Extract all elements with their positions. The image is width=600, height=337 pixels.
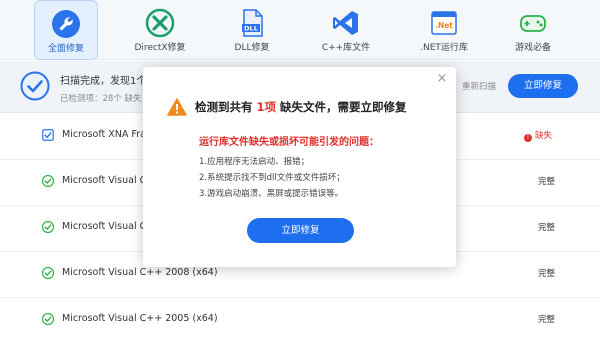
check-circle-icon xyxy=(20,71,50,101)
scan-result-title: 扫描完成，发现1个 xyxy=(60,76,147,87)
list-item[interactable]: Microsoft Visual C++ 2005 (x64) 完整 xyxy=(0,298,600,337)
issue-line: 1.应用程序无法启动、报错； xyxy=(199,157,310,167)
warning-icon xyxy=(167,98,187,116)
gamepad-icon xyxy=(520,15,546,32)
visual-studio-icon xyxy=(333,11,358,35)
item-name: Microsoft XNA Fram xyxy=(62,129,156,140)
dll-file-icon: DLL xyxy=(242,9,263,37)
tab-label: 全面修复 xyxy=(47,44,84,54)
dotnet-icon-text: .Net xyxy=(435,21,453,30)
checkbox-icon[interactable] xyxy=(42,129,54,141)
status-badge: ! 缺失 xyxy=(524,129,552,142)
scan-result-subtitle: 已检测项：28个 缺失 xyxy=(60,94,142,104)
missing-files-dialog: × 检测到共有 1项 缺失文件，需要立即修复 运行库文件缺失或损坏可能引发的问题… xyxy=(143,67,456,267)
status-text: 完整 xyxy=(538,223,556,233)
tab-label: DirectX修复 xyxy=(134,43,186,53)
item-name: Microsoft Visual C++ 2008 (x64) xyxy=(62,267,218,278)
dialog-title: 检测到共有 1项 缺失文件，需要立即修复 xyxy=(195,99,407,115)
tab-label: DLL修复 xyxy=(234,43,270,53)
directx-icon xyxy=(145,8,175,38)
fix-now-button[interactable]: 立即修复 xyxy=(508,74,578,98)
tab-full-repair[interactable]: 全面修复 xyxy=(34,0,98,60)
ok-check-icon xyxy=(42,221,54,233)
top-toolbar: 全面修复 DirectX修复 DLL DLL修复 C++库文件 .Net .NE… xyxy=(0,0,600,60)
status-text: 完整 xyxy=(538,177,556,187)
tab-cpp-libs[interactable]: C++库文件 xyxy=(314,0,378,60)
tab-game-essentials[interactable]: 游戏必备 xyxy=(501,0,565,60)
wrench-icon xyxy=(52,10,80,38)
issue-line: 3.游戏启动崩溃、黑屏或提示错误等。 xyxy=(199,189,344,199)
issue-line: 2.系统提示找不到dll文件或文件损坏； xyxy=(199,173,345,183)
title-suffix: 缺失文件，需要立即修复 xyxy=(280,100,407,114)
tab-label: .NET运行库 xyxy=(420,43,468,53)
status-text: 完整 xyxy=(538,269,556,279)
tab-directx[interactable]: DirectX修复 xyxy=(128,0,192,60)
close-icon[interactable]: × xyxy=(436,72,448,85)
error-icon: ! xyxy=(524,134,532,142)
dll-icon-text: DLL xyxy=(244,25,258,33)
ok-check-icon xyxy=(42,313,54,325)
status-text: 缺失 xyxy=(535,131,553,141)
ok-check-icon xyxy=(42,267,54,279)
dialog-subtitle: 运行库文件缺失或损坏可能引发的问题： xyxy=(199,137,379,148)
tab-dll[interactable]: DLL DLL修复 xyxy=(220,0,284,60)
ok-check-icon xyxy=(42,175,54,187)
dialog-fix-now-button[interactable]: 立即修复 xyxy=(247,218,354,243)
dotnet-icon: .Net xyxy=(431,11,457,35)
rescan-link[interactable]: 重新扫描 xyxy=(462,80,496,92)
status-text: 完整 xyxy=(538,315,556,325)
title-prefix: 检测到共有 xyxy=(195,100,253,114)
missing-count: 1项 xyxy=(256,100,277,114)
tab-label: 游戏必备 xyxy=(514,43,551,53)
tab-label: C++库文件 xyxy=(321,43,371,53)
tab-dotnet[interactable]: .Net .NET运行库 xyxy=(412,0,476,60)
item-name: Microsoft Visual C++ 2005 (x64) xyxy=(62,313,218,324)
